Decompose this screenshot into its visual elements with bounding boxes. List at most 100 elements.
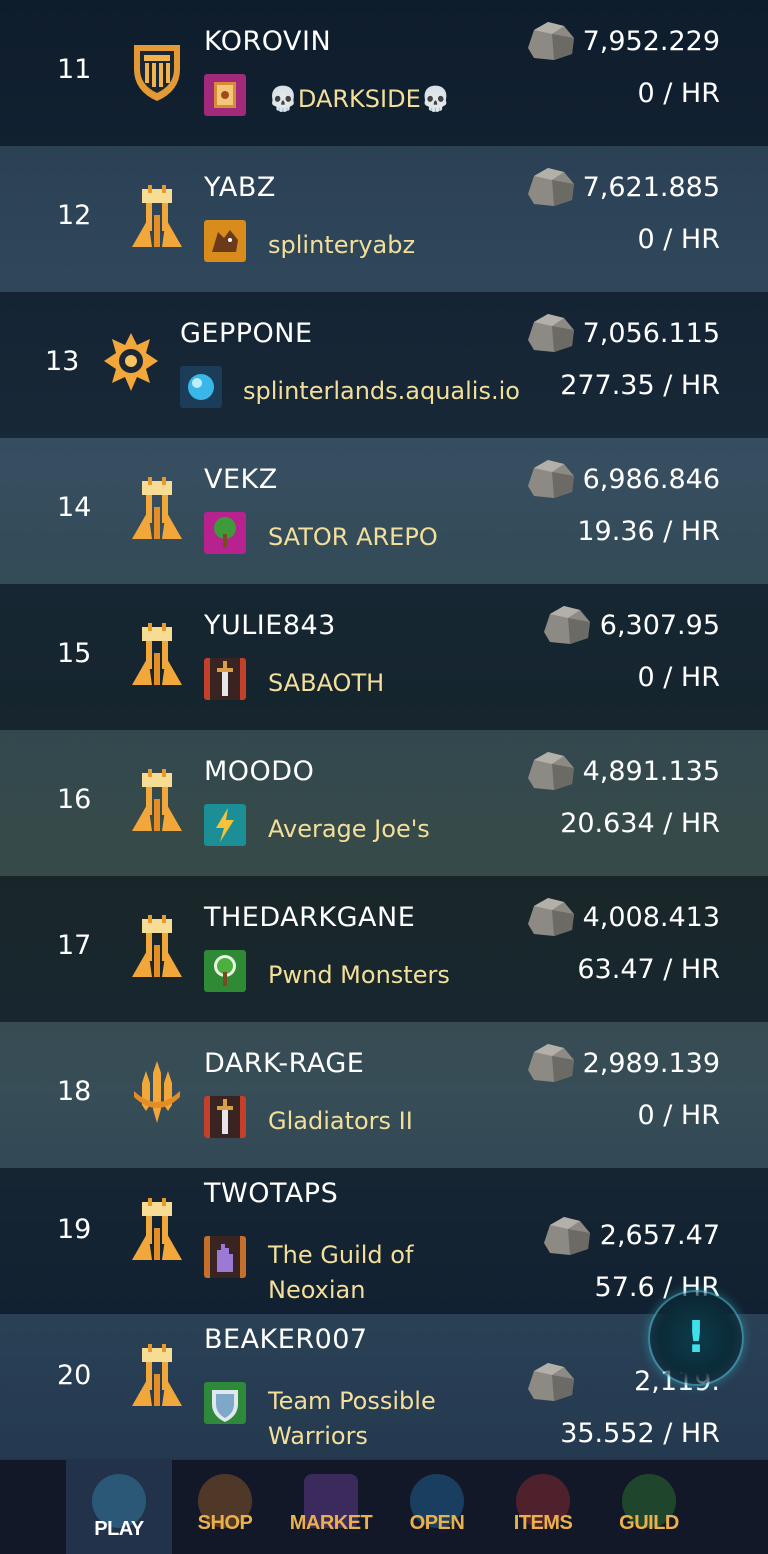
player-name[interactable]: GEPPONE xyxy=(180,318,313,349)
rank-number: 15 xyxy=(57,638,92,669)
resource-rate: 20.634 / HR xyxy=(560,808,720,839)
rock-resource-icon xyxy=(544,1217,590,1255)
rock-resource-icon xyxy=(528,1363,574,1401)
alert-button[interactable]: ! xyxy=(648,1290,744,1386)
leaderboard-row[interactable]: 15 YULIE843 SABAOTH 6,307.95 0 / HR xyxy=(0,584,768,730)
guild-name[interactable]: SABAOTH xyxy=(268,666,384,701)
player-name[interactable]: VEKZ xyxy=(204,464,278,495)
nav-label: MARKET xyxy=(289,1512,373,1534)
rock-resource-icon xyxy=(528,22,574,60)
rank-number: 19 xyxy=(57,1214,92,1245)
rank-number: 14 xyxy=(57,492,92,523)
rock-resource-icon xyxy=(528,168,574,206)
leaderboard-row[interactable]: 13 GEPPONE splinterlands.aqualis.io 7,05… xyxy=(0,292,768,438)
nav-open[interactable]: OPEN xyxy=(384,1460,490,1554)
rank-number: 18 xyxy=(57,1076,92,1107)
resource-value: 6,986.846 xyxy=(582,464,720,495)
tree-icon xyxy=(204,950,246,992)
resource-rate: 35.552 / HR xyxy=(560,1418,720,1449)
tower-emblem-icon xyxy=(132,477,182,539)
guild-name-line-1: The Guild of xyxy=(268,1241,414,1269)
player-name[interactable]: MOODO xyxy=(204,756,314,787)
nav-market[interactable]: MARKET xyxy=(278,1460,384,1554)
rock-resource-icon xyxy=(528,752,574,790)
player-name[interactable]: KOROVIN xyxy=(204,26,331,57)
nav-items[interactable]: ITEMS xyxy=(490,1460,596,1554)
rank-number: 17 xyxy=(57,930,92,961)
sun-emblem-icon xyxy=(104,333,158,391)
leaderboard-row[interactable]: 12 YABZ splinteryabz 7,621.885 0 / HR xyxy=(0,146,768,292)
player-name[interactable]: DARK-RAGE xyxy=(204,1048,364,1079)
resource-rate: 19.36 / HR xyxy=(577,516,720,547)
rank-number: 13 xyxy=(45,346,80,377)
tree-icon xyxy=(204,512,246,554)
player-name[interactable]: BEAKER007 xyxy=(204,1324,368,1355)
player-name[interactable]: TWOTAPS xyxy=(204,1178,338,1209)
guild-name[interactable]: The Guild of Neoxian xyxy=(268,1238,413,1308)
player-name[interactable]: YABZ xyxy=(204,172,276,203)
nav-label: SHOP xyxy=(197,1512,253,1534)
guild-name[interactable]: 💀DARKSIDE💀 xyxy=(268,82,451,117)
shield-emblem-icon xyxy=(134,45,180,101)
resource-rate: 0 / HR xyxy=(637,224,720,255)
nav-guild[interactable]: GUILD xyxy=(596,1460,702,1554)
orb-icon xyxy=(180,366,222,408)
book-icon xyxy=(204,74,246,116)
player-name[interactable]: YULIE843 xyxy=(204,610,336,641)
nav-shop[interactable]: SHOP xyxy=(172,1460,278,1554)
nav-label: OPEN xyxy=(409,1512,465,1534)
guild-name[interactable]: SATOR AREPO xyxy=(268,520,438,555)
resource-value: 4,891.135 xyxy=(582,756,720,787)
player-name[interactable]: THEDARKGANE xyxy=(204,902,415,933)
rock-resource-icon xyxy=(528,460,574,498)
lightning-icon xyxy=(204,804,246,846)
guild-name[interactable]: Pwnd Monsters xyxy=(268,958,450,993)
resource-value: 7,056.115 xyxy=(582,318,720,349)
rank-number: 16 xyxy=(57,784,92,815)
nav-label: PLAY xyxy=(94,1518,144,1540)
resource-rate: 277.35 / HR xyxy=(560,370,720,401)
rank-number: 11 xyxy=(57,54,92,85)
tower-emblem-icon xyxy=(132,769,182,831)
exclamation-icon: ! xyxy=(685,1312,707,1363)
leaderboard-row[interactable]: 17 THEDARKGANE Pwnd Monsters 4,008.413 6… xyxy=(0,876,768,1022)
bottom-navigation: PLAY SHOP MARKET OPEN ITEMS GUILD xyxy=(0,1459,768,1554)
guild-name[interactable]: Team Possible Warriors xyxy=(268,1384,436,1454)
rock-resource-icon xyxy=(528,314,574,352)
nav-play[interactable]: PLAY xyxy=(66,1460,172,1554)
rank-number: 20 xyxy=(57,1360,92,1391)
resource-rate: 0 / HR xyxy=(637,1100,720,1131)
tower-emblem-icon xyxy=(132,915,182,977)
tower-emblem-icon xyxy=(132,623,182,685)
sword-icon xyxy=(204,1096,246,1138)
shield-icon xyxy=(204,1382,246,1424)
rock-resource-icon xyxy=(528,1044,574,1082)
guild-name-line-1: Team Possible xyxy=(268,1387,436,1415)
resource-value: 4,008.413 xyxy=(582,902,720,933)
guild-name[interactable]: Average Joe's xyxy=(268,812,430,847)
resource-value: 7,621.885 xyxy=(582,172,720,203)
leaderboard-row[interactable]: 14 VEKZ SATOR AREPO 6,986.846 19.36 / HR xyxy=(0,438,768,584)
rank-number: 12 xyxy=(57,200,92,231)
rock-resource-icon xyxy=(528,898,574,936)
rock-resource-icon xyxy=(544,606,590,644)
leaderboard-row[interactable]: 16 MOODO Average Joe's 4,891.135 20.634 … xyxy=(0,730,768,876)
resource-value: 2,657.47 xyxy=(599,1220,720,1251)
leaderboard-row[interactable]: 18 DARK-RAGE Gladiators II 2,989.139 0 /… xyxy=(0,1022,768,1168)
leaderboard-row[interactable]: 11 KOROVIN 💀DARKSIDE💀 7,952.229 0 / HR xyxy=(0,0,768,146)
guild-name[interactable]: splinterlands.aqualis.io xyxy=(243,374,520,409)
tower-emblem-icon xyxy=(132,185,182,247)
guild-name[interactable]: Gladiators II xyxy=(268,1104,413,1139)
resource-value: 2,989.139 xyxy=(582,1048,720,1079)
tower-emblem-icon xyxy=(132,1344,182,1406)
hand-icon xyxy=(204,1236,246,1278)
nav-label: GUILD xyxy=(619,1512,679,1534)
trident-emblem-icon xyxy=(134,1061,180,1123)
sword-icon xyxy=(204,658,246,700)
guild-name[interactable]: splinteryabz xyxy=(268,228,415,263)
tower-emblem-icon xyxy=(132,1198,182,1260)
resource-rate: 63.47 / HR xyxy=(577,954,720,985)
guild-name-line-2: Warriors xyxy=(268,1422,368,1450)
resource-value: 6,307.95 xyxy=(599,610,720,641)
resource-rate: 0 / HR xyxy=(637,662,720,693)
